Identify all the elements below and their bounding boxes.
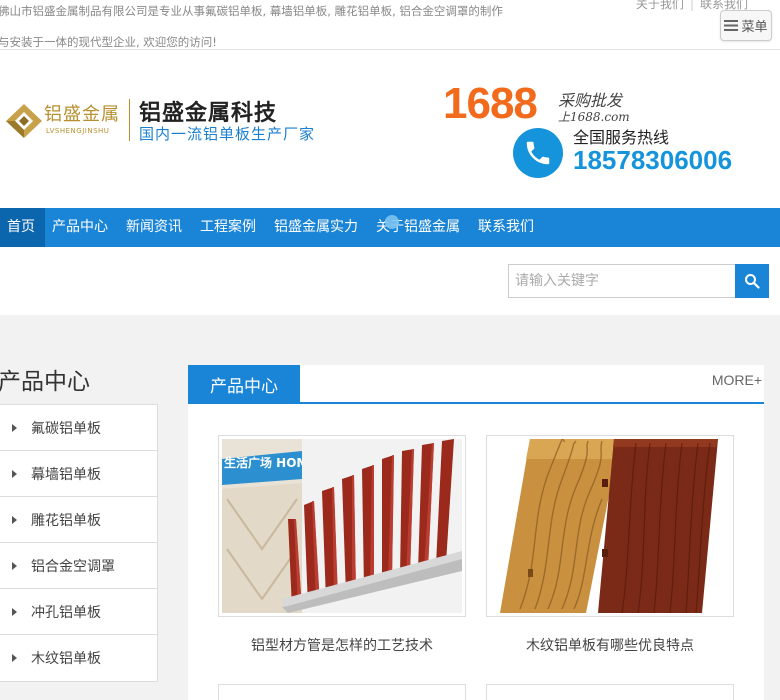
top-bar: 佛山市铝盛金属制品有限公司是专业从事氟碳铝单板, 幕墙铝单板, 雕花铝单板, 铝… bbox=[0, 0, 780, 50]
about-us-link[interactable]: 关于我们 bbox=[636, 0, 684, 11]
nav-item-contact[interactable]: 联系我们 bbox=[471, 208, 540, 247]
product-card-partial[interactable] bbox=[486, 684, 734, 700]
product-card-title[interactable]: 木纹铝单板有哪些优良特点 bbox=[486, 635, 734, 655]
hamburger-icon bbox=[724, 20, 739, 31]
panel-header: 产品中心 MORE+ bbox=[188, 365, 764, 404]
company-slogan: 国内一流铝单板生产厂家 bbox=[139, 125, 316, 143]
panel-tab-products[interactable]: 产品中心 bbox=[188, 365, 300, 403]
sidebar-item-label: 铝合金空调罩 bbox=[31, 558, 115, 575]
product-card-partial[interactable] bbox=[218, 684, 466, 700]
logo-divider bbox=[129, 99, 130, 141]
link-separator: | bbox=[689, 0, 694, 11]
search-icon bbox=[745, 274, 760, 289]
sidebar-item-label: 氟碳铝单板 bbox=[31, 420, 101, 437]
caret-right-icon bbox=[12, 607, 17, 616]
hotline-number[interactable]: 18578306006 bbox=[573, 145, 732, 176]
nav-item-home[interactable]: 首页 bbox=[0, 208, 45, 247]
product-thumbnail[interactable] bbox=[486, 435, 734, 617]
badge-1688-number[interactable]: 1688 bbox=[443, 79, 538, 129]
sidebar-item-perforated[interactable]: 冲孔铝单板 bbox=[0, 589, 157, 635]
product-thumbnail[interactable]: 生活广场 HOMETOWN bbox=[218, 435, 466, 617]
sidebar-item-fluorocarbon[interactable]: 氟碳铝单板 bbox=[0, 405, 157, 451]
nav-hover-indicator bbox=[385, 215, 399, 229]
sidebar-item-label: 木纹铝单板 bbox=[31, 651, 101, 667]
badge-1688-url: 上1688.com bbox=[558, 110, 630, 124]
nav-item-strength[interactable]: 铝盛金属实力 bbox=[267, 208, 364, 247]
phone-handset-glyph bbox=[526, 141, 550, 165]
logo-english-text: LVSHENGJINSHU bbox=[46, 127, 110, 135]
site-header: 铝盛金属 LVSHENGJINSHU 铝盛金属科技 国内一流铝单板生产厂家 16… bbox=[0, 51, 780, 208]
sidebar-item-label: 幕墙铝单板 bbox=[31, 466, 101, 483]
nav-item-cases[interactable]: 工程案例 bbox=[193, 208, 262, 247]
sidebar-item-label: 雕花铝单板 bbox=[31, 512, 101, 529]
search-button[interactable] bbox=[735, 264, 769, 298]
aluminum-tube-facade-image: 生活广场 HOMETOWN bbox=[222, 439, 462, 613]
product-card-title[interactable]: 铝型材方管是怎样的工艺技术 bbox=[218, 635, 466, 655]
nav-item-products[interactable]: 产品中心 bbox=[45, 208, 114, 247]
nav-item-news[interactable]: 新闻资讯 bbox=[119, 208, 188, 247]
caret-right-icon bbox=[12, 423, 17, 432]
search-bar bbox=[0, 247, 780, 315]
sidebar-item-carved[interactable]: 雕花铝单板 bbox=[0, 497, 157, 543]
caret-right-icon bbox=[12, 654, 17, 662]
phone-icon bbox=[513, 128, 563, 178]
nav-item-about[interactable]: 关于铝盛金属 bbox=[369, 208, 466, 247]
sidebar-item-ac-cover[interactable]: 铝合金空调罩 bbox=[0, 543, 157, 589]
sidebar-category-list: 氟碳铝单板 幕墙铝单板 雕花铝单板 铝合金空调罩 冲孔铝单板 木纹铝单板 bbox=[0, 404, 158, 682]
caret-right-icon bbox=[12, 515, 17, 524]
product-card[interactable]: 生活广场 HOMETOWN 铝型材方管是怎样的工艺技术 bbox=[218, 435, 466, 655]
logo-diamond-icon[interactable] bbox=[4, 101, 44, 141]
sidebar-title: 产品中心 bbox=[0, 369, 90, 395]
caret-right-icon bbox=[12, 469, 17, 478]
logo-chinese-text: 铝盛金属 bbox=[44, 104, 120, 125]
sidebar-item-label: 冲孔铝单板 bbox=[31, 604, 101, 621]
wood-grain-panel-image bbox=[490, 439, 730, 613]
product-card[interactable]: 木纹铝单板有哪些优良特点 bbox=[486, 435, 734, 655]
menu-button-label: 菜单 bbox=[741, 20, 768, 35]
search-input[interactable] bbox=[508, 264, 735, 298]
more-link[interactable]: MORE+ bbox=[712, 372, 762, 388]
menu-button[interactable]: 菜单 bbox=[720, 10, 772, 41]
caret-right-icon bbox=[12, 561, 17, 570]
sidebar-item-curtain-wall[interactable]: 幕墙铝单板 bbox=[0, 451, 157, 497]
sidebar-item-wood-grain[interactable]: 木纹铝单板 bbox=[0, 635, 157, 681]
company-intro-text: 佛山市铝盛金属制品有限公司是专业从事氟碳铝单板, 幕墙铝单板, 雕花铝单板, 铝… bbox=[0, 4, 503, 49]
